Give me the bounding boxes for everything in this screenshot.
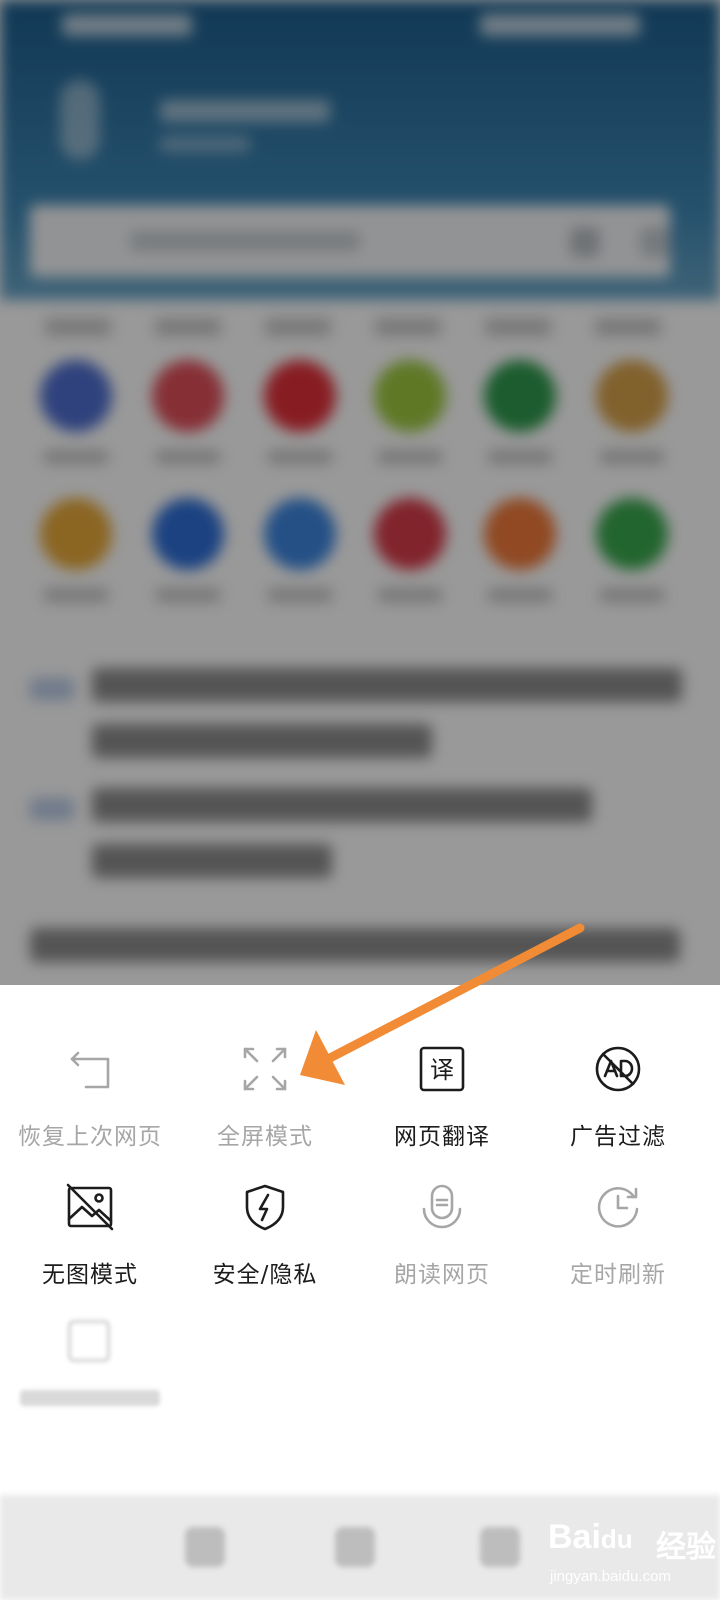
menu-page-translate[interactable]: 译 网页翻译 — [352, 1045, 532, 1165]
recent-nav-button[interactable] — [480, 1527, 520, 1567]
menu-label: 广告过滤 — [570, 1124, 666, 1150]
dim-overlay[interactable] — [0, 0, 720, 1010]
timed-refresh-icon — [594, 1183, 642, 1231]
watermark-logo: Baidu — [548, 1518, 633, 1556]
back-nav-button[interactable] — [185, 1527, 225, 1567]
fullscreen-icon — [241, 1045, 289, 1093]
svg-text:译: 译 — [430, 1056, 454, 1084]
watermark-url: jingyan.baidu.com — [550, 1568, 671, 1585]
menu-timed-refresh[interactable]: 定时刷新 — [528, 1183, 708, 1303]
menu-ad-filter[interactable]: 广告过滤 — [528, 1045, 708, 1165]
no-image-icon — [66, 1183, 114, 1231]
translate-icon: 译 — [418, 1045, 466, 1093]
watermark-brand: 经验 — [656, 1530, 716, 1565]
menu-restore-last-page[interactable]: 恢复上次网页 — [0, 1045, 180, 1165]
menu-no-image-mode[interactable]: 无图模式 — [0, 1183, 180, 1303]
menu-hidden-item — [0, 1320, 180, 1430]
read-aloud-icon — [418, 1183, 466, 1231]
home-nav-button[interactable] — [335, 1527, 375, 1567]
menu-security-privacy[interactable]: 安全/隐私 — [175, 1183, 355, 1303]
undo-arrow-icon — [66, 1045, 114, 1093]
menu-fullscreen-mode[interactable]: 全屏模式 — [175, 1045, 355, 1165]
menu-label: 定时刷新 — [570, 1262, 666, 1288]
menu-label: 全屏模式 — [217, 1124, 313, 1150]
baidu-jingyan-watermark: Baidu 经验 jingyan.baidu.com — [548, 1518, 718, 1598]
menu-label: 安全/隐私 — [212, 1262, 318, 1288]
security-shield-icon — [241, 1183, 289, 1231]
menu-label: 网页翻译 — [394, 1124, 490, 1150]
menu-label-placeholder — [20, 1390, 160, 1406]
menu-label: 无图模式 — [42, 1262, 138, 1288]
page-icon — [68, 1320, 110, 1362]
ad-block-icon — [594, 1045, 642, 1093]
menu-read-page-aloud[interactable]: 朗读网页 — [352, 1183, 532, 1303]
menu-label: 恢复上次网页 — [18, 1124, 162, 1150]
menu-label: 朗读网页 — [394, 1262, 490, 1288]
